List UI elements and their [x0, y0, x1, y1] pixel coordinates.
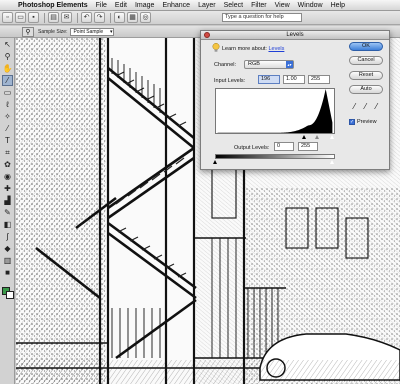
magic-wand-tool-icon[interactable]: ✧: [2, 111, 13, 122]
output-white-field[interactable]: 255: [298, 142, 318, 151]
preview-checkbox[interactable]: ✓: [349, 119, 355, 125]
auto-button[interactable]: Auto: [349, 85, 383, 94]
input-levels-slider[interactable]: [215, 135, 335, 140]
close-icon[interactable]: [204, 32, 210, 38]
menu-select[interactable]: Select: [220, 0, 247, 11]
email-icon[interactable]: ✉: [61, 12, 72, 23]
menu-file[interactable]: File: [92, 0, 111, 11]
black-eyedropper-icon[interactable]: ⁄: [350, 102, 359, 111]
zoom-tool-icon[interactable]: ⚲: [2, 51, 13, 62]
channel-label: Channel:: [214, 62, 237, 68]
background-color-swatch[interactable]: [6, 291, 14, 299]
output-levels-label: Output Levels:: [234, 145, 270, 151]
preview-label: Preview: [357, 119, 377, 125]
sample-size-select[interactable]: Point Sample ▾: [70, 27, 115, 36]
chevron-down-icon: ▾: [109, 28, 113, 35]
input-gamma-slider-handle[interactable]: [315, 135, 319, 139]
browse-icon[interactable]: ▦: [127, 12, 138, 23]
dialog-title: Levels: [286, 32, 304, 38]
menu-filter[interactable]: Filter: [247, 0, 271, 11]
menu-bar: Photoshop Elements File Edit Image Enhan…: [0, 0, 400, 11]
input-gamma-field[interactable]: 1.00: [283, 75, 305, 84]
menu-edit[interactable]: Edit: [111, 0, 131, 11]
learn-more-prefix: Learn more about:: [222, 46, 267, 52]
menu-help[interactable]: Help: [327, 0, 349, 11]
selection-brush-tool-icon[interactable]: ⁄: [2, 123, 13, 134]
shape-tool-icon[interactable]: ■: [2, 267, 13, 278]
save-icon[interactable]: ▪: [28, 12, 39, 23]
input-white-slider-handle[interactable]: [330, 135, 334, 139]
undo-icon[interactable]: ↶: [81, 12, 92, 23]
paint-bucket-tool-icon[interactable]: ◆: [2, 243, 13, 254]
sample-size-label: Sample Size:: [38, 28, 68, 35]
learn-more-text: Learn more about: Levels: [222, 46, 284, 52]
input-black-field[interactable]: 196: [258, 75, 280, 84]
web-icon[interactable]: ◎: [140, 12, 151, 23]
redo-icon[interactable]: ↷: [94, 12, 105, 23]
eyedropper-tool-icon[interactable]: ⁄: [2, 75, 13, 86]
reset-button[interactable]: Reset: [349, 71, 383, 80]
toolbar-divider: [110, 12, 111, 23]
dialog-titlebar[interactable]: Levels: [201, 31, 389, 40]
menu-enhance[interactable]: Enhance: [158, 0, 194, 11]
output-levels-slider[interactable]: [213, 160, 335, 165]
menu-app[interactable]: Photoshop Elements: [16, 0, 92, 11]
menu-layer[interactable]: Layer: [194, 0, 220, 11]
menu-view[interactable]: View: [271, 0, 294, 11]
input-white-field[interactable]: 255: [308, 75, 330, 84]
brush-tool-icon[interactable]: ∫: [2, 231, 13, 242]
output-black-slider-handle[interactable]: [213, 160, 217, 164]
red-eye-tool-icon[interactable]: ◉: [2, 171, 13, 182]
gray-eyedropper-icon[interactable]: ⁄: [361, 102, 370, 111]
move-tool-icon[interactable]: ↖: [2, 39, 13, 50]
sample-size-value: Point Sample: [73, 28, 104, 35]
white-eyedropper-icon[interactable]: ⁄: [372, 102, 381, 111]
cookie-cutter-tool-icon[interactable]: ✿: [2, 159, 13, 170]
histogram-curve: [217, 89, 333, 133]
histogram: [215, 88, 335, 134]
input-black-slider-handle[interactable]: [302, 135, 306, 139]
type-tool-icon[interactable]: T: [2, 135, 13, 146]
menu-window[interactable]: Window: [294, 0, 327, 11]
output-black-field[interactable]: 0: [274, 142, 294, 151]
levels-dialog: Levels Learn more about: Levels Channel:…: [200, 30, 390, 170]
chevron-updown-icon: ▴▾: [286, 61, 293, 68]
gradient-tool-icon[interactable]: ▥: [2, 255, 13, 266]
channel-select[interactable]: RGB ▴▾: [244, 60, 294, 69]
hand-tool-icon[interactable]: ✋: [2, 63, 13, 74]
menu-image[interactable]: Image: [131, 0, 158, 11]
lasso-tool-icon[interactable]: ℓ: [2, 99, 13, 110]
toolbar-divider: [77, 12, 78, 23]
marquee-tool-icon[interactable]: ▭: [2, 87, 13, 98]
pencil-tool-icon[interactable]: ✎: [2, 207, 13, 218]
output-gradient-bar: [215, 154, 335, 159]
quick-fix-icon[interactable]: ◐: [114, 12, 125, 23]
lightbulb-icon: [212, 43, 220, 52]
crop-tool-icon[interactable]: ⌗: [2, 147, 13, 158]
toolbox: ↖ ⚲ ✋ ⁄ ▭ ℓ ✧ ⁄ T ⌗ ✿ ◉ ✚ ▟ ✎ ◧ ∫ ◆ ▥ ■: [0, 38, 15, 384]
open-folder-icon[interactable]: ▭: [15, 12, 26, 23]
cancel-button[interactable]: Cancel: [349, 56, 383, 65]
help-search-input[interactable]: Type a question for help: [222, 13, 302, 22]
shortcuts-bar: ▫ ▭ ▪ ▤ ✉ ↶ ↷ ◐ ▦ ◎ Type a question for …: [0, 11, 400, 25]
eraser-tool-icon[interactable]: ◧: [2, 219, 13, 230]
input-levels-label: Input Levels:: [214, 78, 246, 84]
channel-value: RGB: [248, 61, 260, 67]
eyedropper-tool-icon[interactable]: ⚲: [22, 26, 34, 37]
new-file-icon[interactable]: ▫: [2, 12, 13, 23]
ok-button[interactable]: OK: [349, 42, 383, 51]
learn-more-link[interactable]: Levels: [268, 46, 284, 52]
healing-brush-tool-icon[interactable]: ✚: [2, 183, 13, 194]
output-white-slider-handle[interactable]: [330, 160, 334, 164]
clone-stamp-tool-icon[interactable]: ▟: [2, 195, 13, 206]
toolbar-divider: [44, 12, 45, 23]
print-icon[interactable]: ▤: [48, 12, 59, 23]
